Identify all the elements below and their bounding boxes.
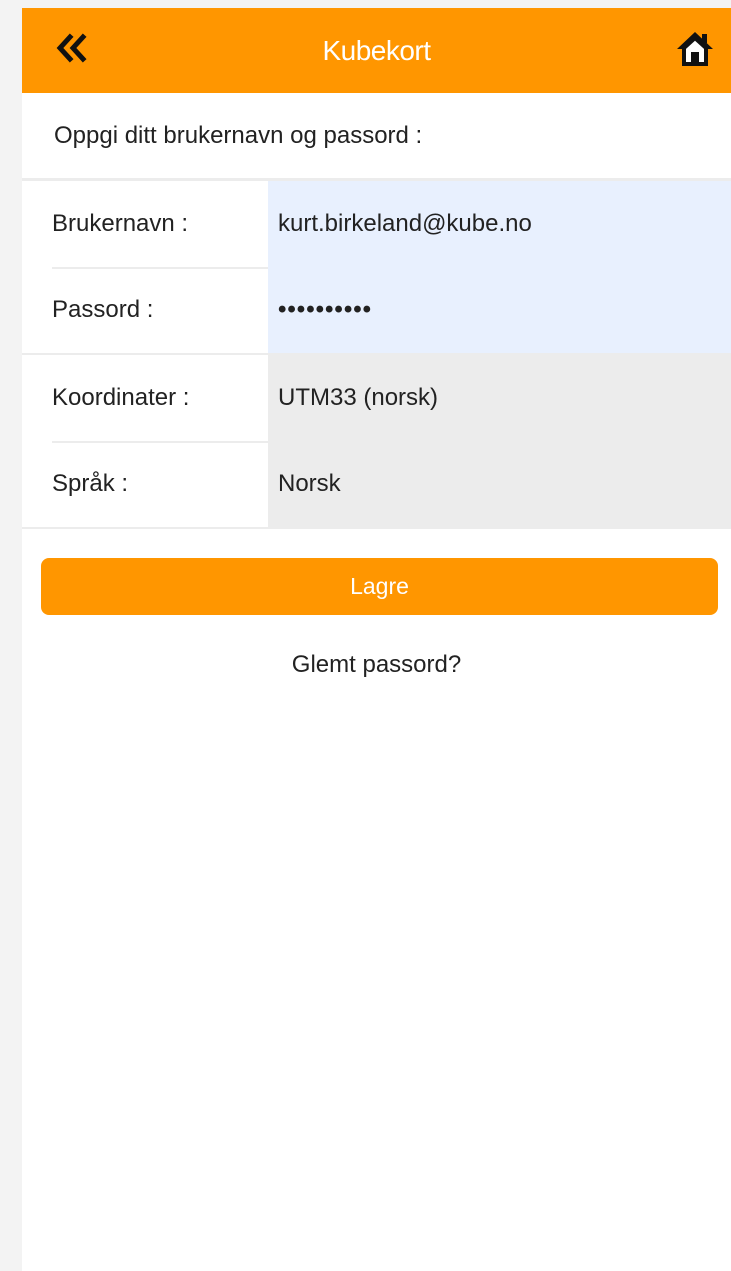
home-icon	[675, 28, 715, 73]
username-label: Brukernavn :	[52, 210, 189, 237]
app-container: Kubekort Oppgi ditt brukernavn og passor…	[22, 8, 731, 1271]
coordinates-label: Koordinater :	[52, 384, 190, 411]
password-label: Passord :	[52, 296, 154, 323]
username-row: Brukernavn : kurt.birkeland@kube.no	[22, 178, 731, 267]
password-input[interactable]: ••••••••••	[268, 267, 731, 353]
coordinates-row: Koordinater : UTM33 (norsk)	[22, 353, 731, 441]
password-row: Passord : ••••••••••	[22, 267, 731, 353]
coordinates-select[interactable]: UTM33 (norsk)	[268, 355, 731, 441]
language-label: Språk :	[52, 470, 129, 497]
save-button[interactable]: Lagre	[41, 558, 718, 615]
login-form: Brukernavn : kurt.birkeland@kube.no Pass…	[22, 178, 731, 529]
username-input[interactable]: kurt.birkeland@kube.no	[268, 181, 731, 267]
language-select[interactable]: Norsk	[268, 441, 731, 527]
page-title: Kubekort	[322, 35, 431, 66]
language-row: Språk : Norsk	[22, 441, 731, 529]
app-header: Kubekort	[22, 8, 731, 93]
forgot-password-link[interactable]: Glemt passord?	[22, 651, 731, 679]
login-instructions: Oppgi ditt brukernavn og passord :	[54, 122, 423, 149]
home-button[interactable]	[673, 28, 717, 72]
